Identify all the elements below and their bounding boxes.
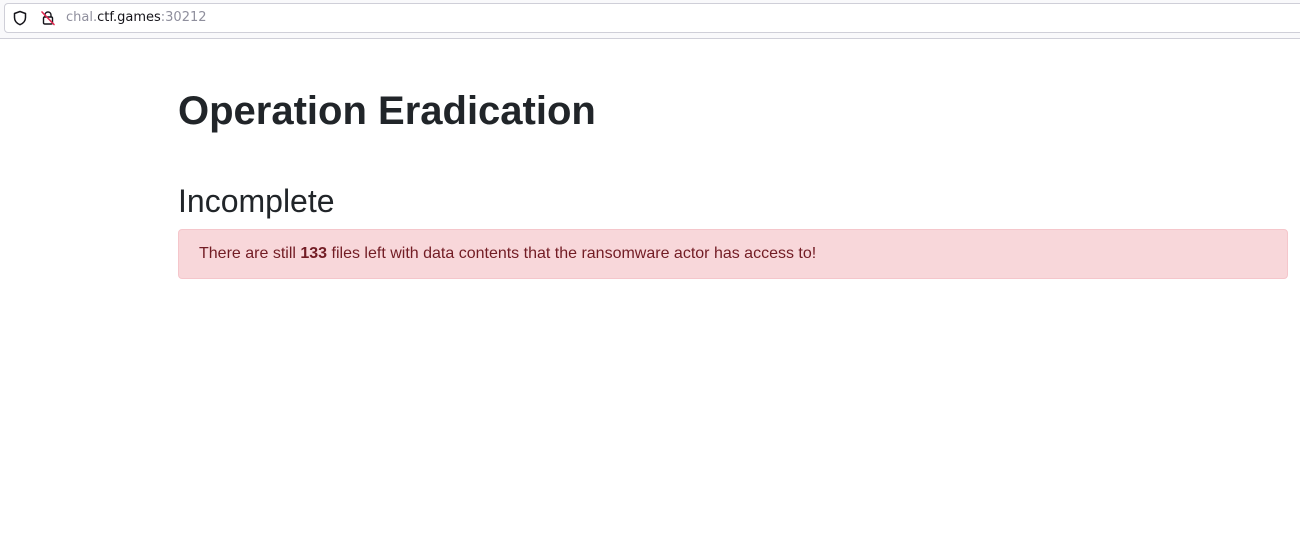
browser-toolbar: chal.ctf.games:30212 xyxy=(0,0,1300,39)
url-host: ctf.games xyxy=(97,10,161,25)
address-bar[interactable]: chal.ctf.games:30212 xyxy=(4,3,1300,33)
alert-text-after: files left with data contents that the r… xyxy=(327,245,817,262)
url-port: :30212 xyxy=(160,10,207,25)
danger-alert: There are still 133 files left with data… xyxy=(178,229,1288,279)
insecure-lock-icon[interactable] xyxy=(40,10,56,26)
alert-text-before: There are still xyxy=(199,245,301,262)
page-title: Operation Eradication xyxy=(178,89,596,133)
url-prefix: chal. xyxy=(66,10,98,25)
status-heading: Incomplete xyxy=(178,183,335,219)
shield-icon[interactable] xyxy=(12,10,28,26)
remaining-files-count: 133 xyxy=(300,245,328,262)
url-text[interactable]: chal.ctf.games:30212 xyxy=(66,10,207,26)
